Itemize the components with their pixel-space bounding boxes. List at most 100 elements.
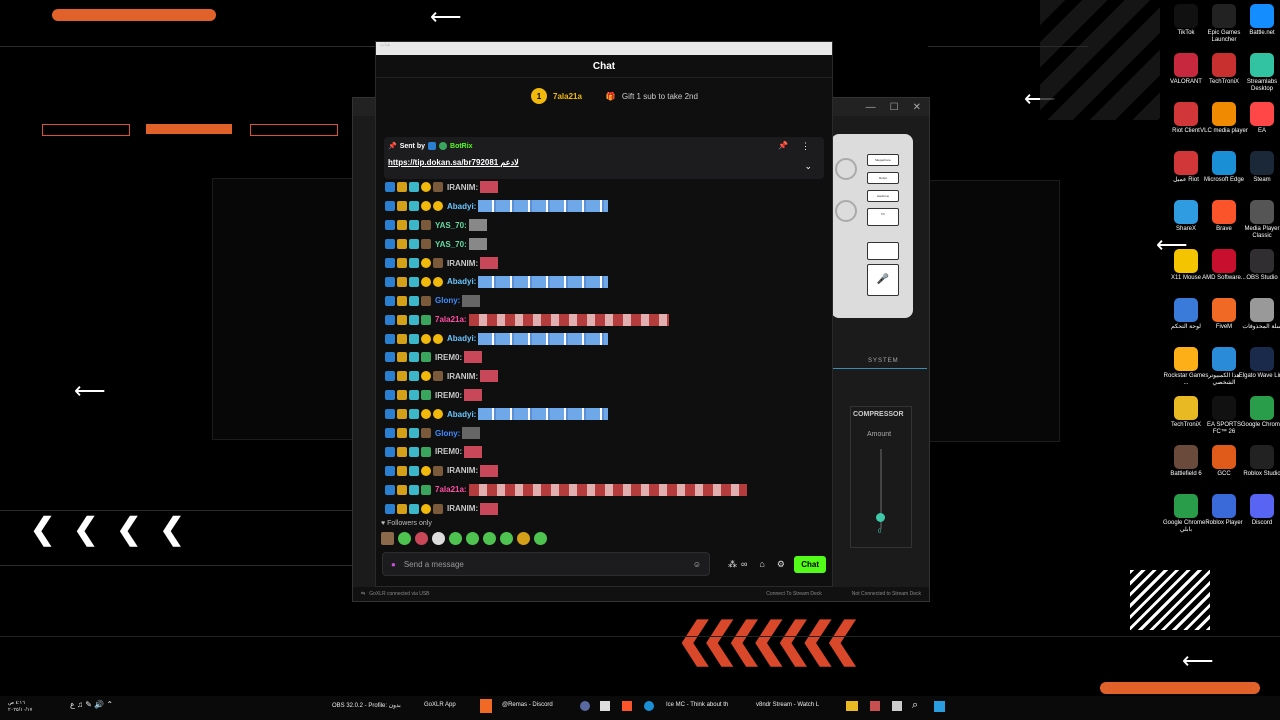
desktop-shortcut[interactable]: Discord <box>1238 494 1280 527</box>
chat-message-input[interactable]: ● Send a message ☺ <box>382 552 710 576</box>
chat-username[interactable]: IRANIM: <box>447 183 478 192</box>
chat-username[interactable]: Glony: <box>435 429 460 438</box>
chat-username[interactable]: IRANIM: <box>447 259 478 268</box>
desktop-shortcut[interactable]: Elgato Wave Link <box>1238 347 1280 380</box>
emote-button[interactable] <box>534 532 547 545</box>
taskbar-goxlr[interactable]: GoXLR App <box>424 702 456 708</box>
chat-username[interactable]: IRANIM: <box>447 504 478 513</box>
chat-message[interactable]: Glony: <box>385 424 825 443</box>
pinned-message[interactable]: 📌 Sent by BotRix https://tip.dokan.sa/br… <box>384 137 824 179</box>
chat-message[interactable]: Glony: <box>385 291 825 310</box>
chat-username[interactable]: YAS_70: <box>435 240 467 249</box>
chat-username[interactable]: IREM0: <box>435 447 462 456</box>
chat-username[interactable]: IRANIM: <box>447 466 478 475</box>
taskbar-app-icon[interactable] <box>870 701 880 711</box>
mixer-knob[interactable] <box>835 200 857 222</box>
emote-button[interactable] <box>466 532 479 545</box>
chat-message[interactable]: IRANIM: <box>385 461 825 480</box>
emote-button[interactable] <box>398 532 411 545</box>
emote-button[interactable] <box>449 532 462 545</box>
emote-button[interactable] <box>432 532 445 545</box>
desktop-shortcut[interactable]: Streamlabs Desktop <box>1238 53 1280 93</box>
pinned-link[interactable]: https://tip.dokan.sa/br792081 لادعم <box>388 158 519 167</box>
chat-username[interactable]: YAS_70: <box>435 221 467 230</box>
desktop-shortcut[interactable]: OBS Studio <box>1238 249 1280 282</box>
amount-slider-handle[interactable] <box>876 513 885 522</box>
emote-button[interactable] <box>517 532 530 545</box>
chat-username[interactable]: Abadyi: <box>447 410 476 419</box>
chat-message[interactable]: IRANIM: <box>385 499 825 518</box>
chat-username[interactable]: Glony: <box>435 296 460 305</box>
taskbar-app-icon[interactable] <box>600 701 610 711</box>
megaphone-button[interactable]: Megaphone <box>867 154 899 166</box>
kick-mic-icon[interactable]: ● <box>391 560 396 569</box>
desktop-shortcut[interactable]: Media Player Classic <box>1238 200 1280 240</box>
more-options-icon[interactable]: ⋮ <box>801 141 810 152</box>
taskbar-obs[interactable]: OBS 32.0.2 - Profile: بدون <box>332 702 401 709</box>
mixer-knob[interactable] <box>835 158 857 180</box>
maximize-icon[interactable]: ☐ <box>890 102 899 113</box>
chat-username[interactable]: IREM0: <box>435 353 462 362</box>
taskbar-app-icon[interactable] <box>892 701 902 711</box>
chat-username[interactable]: Abadyi: <box>447 277 476 286</box>
taskbar-ice-mc[interactable]: Ice MC - Think about th <box>666 702 728 708</box>
chevron-down-icon[interactable]: ⌄ <box>804 161 812 172</box>
taskbar-fivem-icon[interactable] <box>480 699 492 713</box>
taskbar-explorer-icon[interactable] <box>846 701 858 711</box>
leaderboard[interactable]: 1 7ala21a 🎁 Gift 1 sub to take 2nd <box>531 88 698 104</box>
chat-message[interactable]: YAS_70: <box>385 216 825 235</box>
chat-username[interactable]: Abadyi: <box>447 334 476 343</box>
share-icon[interactable]: ⁂ <box>728 559 737 570</box>
chat-message[interactable]: Abadyi: <box>385 197 825 216</box>
taskbar-edge-icon[interactable] <box>644 701 654 711</box>
chat-send-button[interactable]: Chat <box>794 555 826 573</box>
chat-message[interactable]: IRANIM: <box>385 367 825 386</box>
close-icon[interactable]: ✕ <box>913 102 921 113</box>
desktop-shortcut[interactable]: EA <box>1238 102 1280 135</box>
emote-button[interactable] <box>500 532 513 545</box>
settings-gear-icon[interactable]: ⚙ <box>777 559 785 570</box>
infinity-icon[interactable]: ∞ <box>741 559 747 569</box>
taskbar-app-icon[interactable] <box>580 701 590 711</box>
emote-button[interactable] <box>415 532 428 545</box>
emote-button[interactable] <box>483 532 496 545</box>
chat-message[interactable]: Abadyi: <box>385 329 825 348</box>
mixer-bottom-button[interactable] <box>867 242 899 260</box>
chat-username[interactable]: 7ala21a: <box>435 315 467 324</box>
tray-icons[interactable]: ع ♫ ✎ 🔊 ⌃ <box>70 700 113 709</box>
hardtune-button[interactable]: Hardtune <box>867 190 899 202</box>
chat-message[interactable]: IRANIM: <box>385 254 825 273</box>
chat-message[interactable]: Abadyi: <box>385 405 825 424</box>
desktop-shortcut[interactable]: Google Chrome <box>1238 396 1280 429</box>
desktop-shortcut[interactable]: Battle.net <box>1238 4 1280 37</box>
desktop-shortcut[interactable]: Steam <box>1238 151 1280 184</box>
chat-message[interactable]: Abadyi: <box>385 272 825 291</box>
search-icon[interactable]: ⌕ <box>912 699 918 712</box>
chat-message[interactable]: 7ala21a: <box>385 480 825 499</box>
chat-username[interactable]: 7ala21a: <box>435 485 467 494</box>
robot-button[interactable]: Robot <box>867 172 899 184</box>
chat-message[interactable]: 7ala21a: <box>385 310 825 329</box>
chat-message[interactable]: IREM0: <box>385 386 825 405</box>
chat-username[interactable]: Abadyi: <box>447 202 476 211</box>
start-windows-icon[interactable] <box>934 701 945 712</box>
fx-button[interactable]: FX <box>867 208 899 226</box>
chat-message[interactable]: IREM0: <box>385 442 825 461</box>
clock[interactable]: ٤:١٦ ص ٢٠٢٥/١٠/١٧ <box>8 700 32 714</box>
chat-message[interactable]: IREM0: <box>385 348 825 367</box>
minimize-icon[interactable]: — <box>866 102 876 113</box>
chat-message[interactable]: IRANIM: <box>385 178 825 197</box>
taskbar-v8ndr[interactable]: v8ndr Stream - Watch L <box>756 702 819 708</box>
system-tab[interactable]: SYSTEM <box>868 358 899 364</box>
connect-stream-deck-link[interactable]: Connect To Stream Deck <box>766 591 822 597</box>
chat-username[interactable]: IRANIM: <box>447 372 478 381</box>
chat-message[interactable]: YAS_70: <box>385 235 825 254</box>
emote-button[interactable] <box>381 532 394 545</box>
chat-username[interactable]: IREM0: <box>435 391 462 400</box>
emoji-icon[interactable]: ☺ <box>693 560 701 569</box>
taskbar-discord[interactable]: @Remas - Discord <box>502 702 553 708</box>
mute-button[interactable]: 🎤 <box>867 264 899 296</box>
pin-toggle-icon[interactable]: 📌 <box>778 141 788 150</box>
desktop-shortcut[interactable]: Roblox Studio <box>1238 445 1280 478</box>
store-icon[interactable]: ⌂ <box>759 559 764 569</box>
